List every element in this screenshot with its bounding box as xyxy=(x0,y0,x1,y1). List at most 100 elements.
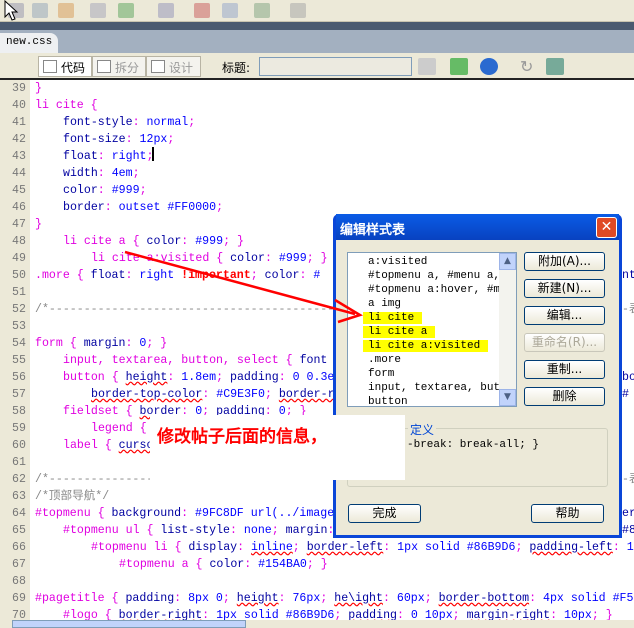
code-token: nt xyxy=(622,269,634,282)
text-caret xyxy=(152,147,154,161)
code-token: #pagetitle { xyxy=(35,592,126,605)
template-icon[interactable] xyxy=(254,3,270,18)
code-line[interactable]: 70 #logo { border-right: 1px solid #86B9D… xyxy=(0,607,634,620)
rule-list-item[interactable]: #topmenu a:hover, #men xyxy=(348,283,500,297)
code-line[interactable]: 66 #topmenu li { display: inline; border-… xyxy=(0,539,634,556)
split-view-button[interactable]: 拆分 xyxy=(92,56,146,77)
close-icon[interactable]: ✕ xyxy=(596,217,617,238)
view-options-icon[interactable] xyxy=(546,58,564,75)
code-line[interactable]: 41 font-style: normal; xyxy=(0,114,634,131)
title-input[interactable] xyxy=(259,57,412,76)
rule-name: #topmenu a:hover, #men xyxy=(368,284,500,296)
scroll-up-icon[interactable]: ▲ xyxy=(499,253,516,270)
line-number: 54 xyxy=(0,335,30,352)
code-line[interactable]: 43 float: right; xyxy=(0,148,634,165)
tab-new-css[interactable]: new.css xyxy=(0,33,59,53)
code-token: : xyxy=(299,269,314,282)
code-line[interactable]: 45 color: #999; xyxy=(0,182,634,199)
code-token: # xyxy=(622,388,629,401)
code-token: padding xyxy=(230,371,279,384)
code-line[interactable]: 44 width: 4em; xyxy=(0,165,634,182)
edit-stylesheet-dialog: 编辑样式表 ✕ button input, textarea, butto form… xyxy=(333,214,622,538)
validate-warning-icon[interactable] xyxy=(418,58,436,75)
code-token: : xyxy=(550,609,565,620)
rule-list-item[interactable]: #topmenu a, #menu a, . xyxy=(348,269,500,283)
help-button[interactable]: 帮助 xyxy=(531,504,604,523)
code-token: : xyxy=(397,609,411,620)
done-button[interactable]: 完成 xyxy=(348,504,421,523)
code-token: bo xyxy=(622,371,634,384)
rule-list-item[interactable]: .more xyxy=(348,353,500,367)
code-token: : xyxy=(264,252,279,265)
code-token: border-left xyxy=(306,541,384,554)
code-token: ; xyxy=(132,167,140,180)
rule-list-item[interactable]: li cite xyxy=(348,311,500,325)
code-line[interactable]: 69 #pagetitle { padding: 8px 0; height: 7… xyxy=(0,590,634,607)
code-token: ; } xyxy=(223,235,244,248)
definition-label: 定义 xyxy=(408,421,437,438)
code-token: label { xyxy=(63,439,119,452)
rule-name: form xyxy=(368,368,395,380)
code-icon xyxy=(43,60,57,73)
image-icon[interactable] xyxy=(118,3,134,18)
code-line[interactable]: 42 font-size: 12px; xyxy=(0,131,634,148)
document-tab-bar xyxy=(0,30,634,53)
preview-browser-icon[interactable] xyxy=(480,58,498,75)
code-text: color: #999; xyxy=(63,182,147,199)
code-token: ; xyxy=(250,269,265,282)
edit-button[interactable]: 编辑... xyxy=(524,306,605,325)
code-line[interactable]: 67 #topmenu a { color: #154BA0; } xyxy=(0,556,634,573)
refresh-icon[interactable]: ↻ xyxy=(520,58,538,75)
code-token: ; xyxy=(515,541,530,554)
code-text: li cite { xyxy=(35,97,98,114)
design-view-label: 设计 xyxy=(169,61,194,75)
mouse-cursor-icon xyxy=(4,0,19,21)
code-line[interactable]: 68 xyxy=(0,573,634,590)
rule-name: button xyxy=(368,396,408,407)
list-scrollbar[interactable]: ▲ ▼ xyxy=(499,253,516,406)
scrollbar-thumb[interactable] xyxy=(12,620,246,628)
code-token: #logo { xyxy=(63,609,119,620)
code-line[interactable]: 40 li cite { xyxy=(0,97,634,114)
delete-button[interactable]: 删除 xyxy=(524,387,605,406)
code-token: margin xyxy=(285,524,328,537)
scroll-down-icon[interactable]: ▼ xyxy=(499,389,516,406)
rule-list-item[interactable]: a img xyxy=(348,297,500,311)
date-icon[interactable] xyxy=(194,3,210,18)
line-number: 61 xyxy=(0,454,30,471)
duplicate-button[interactable]: 重制... xyxy=(524,360,605,379)
attach-button[interactable]: 附加(A)... xyxy=(524,252,605,271)
rule-list-item[interactable]: input, textarea, butto xyxy=(348,381,500,395)
code-line[interactable]: 39} xyxy=(0,80,634,97)
line-number: 66 xyxy=(0,539,30,556)
code-token: : xyxy=(125,133,140,146)
code-token: 1px solid #86B9D6 xyxy=(397,541,516,554)
code-token: inline xyxy=(251,541,293,554)
rule-list-item[interactable]: li cite a:visited xyxy=(348,339,500,353)
code-token: #154BA0 xyxy=(258,558,307,571)
table-icon[interactable] xyxy=(90,3,106,18)
design-view-button[interactable]: 设计 xyxy=(146,56,201,77)
code-token: : xyxy=(237,541,252,554)
code-token: 60px xyxy=(396,592,425,605)
file-transfer-icon[interactable] xyxy=(450,58,468,75)
new-button[interactable]: 新建(N)... xyxy=(524,279,605,298)
code-token: : xyxy=(529,592,543,605)
rule-list-item[interactable]: a:visited xyxy=(348,255,500,269)
line-number: 49 xyxy=(0,250,30,267)
code-view-button[interactable]: 代码 xyxy=(38,56,92,77)
rule-list-item[interactable]: li cite a xyxy=(348,325,500,339)
rule-list-item[interactable]: form xyxy=(348,367,500,381)
tag-chooser-icon[interactable] xyxy=(290,3,306,18)
line-number: 69 xyxy=(0,590,30,607)
comment-icon[interactable] xyxy=(222,3,238,18)
code-token: ; xyxy=(292,541,307,554)
css-rule-list[interactable]: button input, textarea, butto form .more li … xyxy=(347,252,517,407)
media-icon[interactable] xyxy=(158,3,174,18)
rule-list-item[interactable]: button xyxy=(348,395,500,407)
line-number: 67 xyxy=(0,556,30,573)
code-token: : xyxy=(97,184,112,197)
anchor-icon[interactable] xyxy=(58,3,74,18)
code-text: } xyxy=(35,216,42,233)
email-link-icon[interactable] xyxy=(32,3,48,18)
